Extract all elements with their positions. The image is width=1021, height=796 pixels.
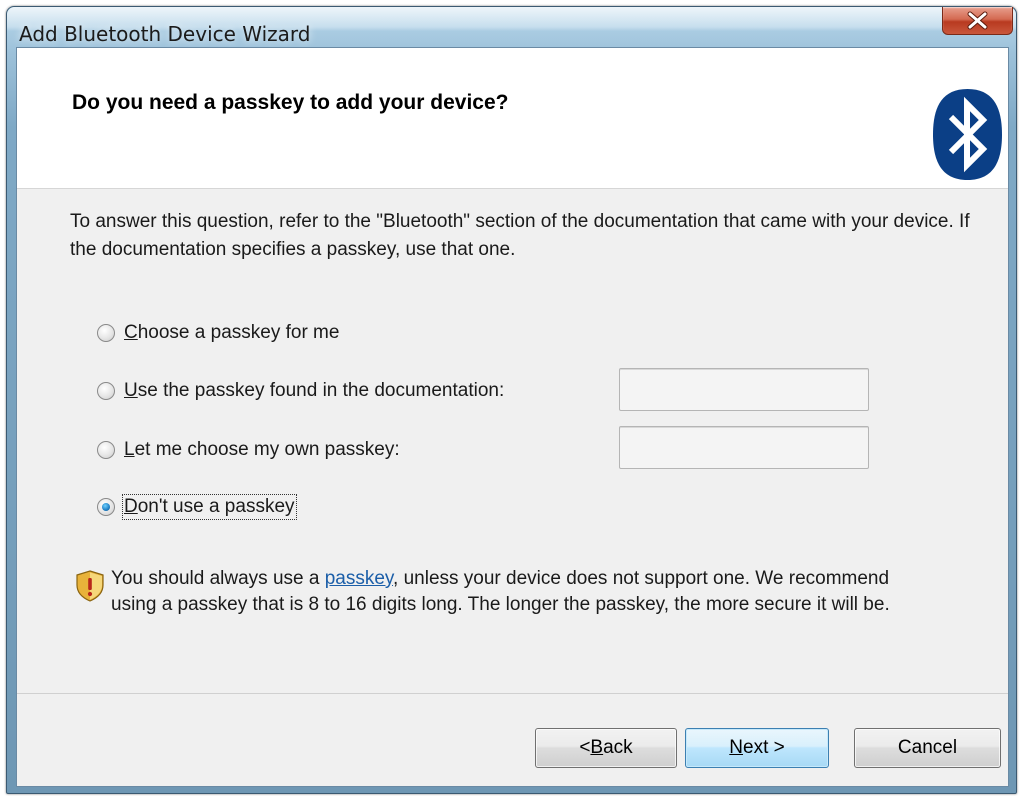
security-warning: You should always use a passkey, unless …	[75, 566, 915, 618]
next-button[interactable]: Next >	[685, 728, 829, 768]
own-passkey-field[interactable]	[619, 426, 869, 469]
radio-choose-for-me[interactable]: Choose a passkey for me	[97, 319, 339, 347]
radio-choose-own-passkey[interactable]: Let me choose my own passkey:	[97, 436, 400, 464]
passkey-link[interactable]: passkey	[325, 568, 393, 589]
radio-label: Use the passkey found in the documentati…	[124, 380, 505, 401]
radio-button[interactable]	[97, 382, 115, 400]
title-bar[interactable]: Add Bluetooth Device Wizard	[7, 7, 1016, 51]
instructions-text: To answer this question, refer to the "B…	[70, 211, 970, 260]
close-icon	[967, 11, 988, 30]
window-title: Add Bluetooth Device Wizard	[19, 22, 311, 46]
wizard-window: Add Bluetooth Device Wizard Do you need …	[6, 6, 1017, 794]
footer-divider	[17, 693, 1008, 694]
radio-label: Don't use a passkey	[122, 494, 297, 520]
cancel-button[interactable]: Cancel	[854, 728, 1001, 768]
back-button[interactable]: < Back	[535, 728, 677, 768]
radio-use-documented-passkey[interactable]: Use the passkey found in the documentati…	[97, 377, 504, 405]
shield-warning-icon	[76, 570, 104, 602]
radio-label: Let me choose my own passkey:	[124, 439, 400, 460]
bluetooth-icon	[933, 89, 1002, 180]
radio-button[interactable]	[97, 441, 115, 459]
page-heading: Do you need a passkey to add your device…	[72, 91, 509, 114]
close-button[interactable]	[942, 7, 1013, 35]
radio-no-passkey[interactable]: Don't use a passkey	[97, 493, 297, 521]
wizard-content: Do you need a passkey to add your device…	[16, 47, 1009, 787]
radio-button[interactable]	[97, 324, 115, 342]
radio-button-selected[interactable]	[97, 498, 115, 516]
wizard-header: Do you need a passkey to add your device…	[17, 48, 1008, 189]
documented-passkey-field[interactable]	[619, 368, 869, 411]
warning-text: You should always use a passkey, unless …	[111, 568, 890, 615]
radio-label: Choose a passkey for me	[124, 322, 340, 343]
